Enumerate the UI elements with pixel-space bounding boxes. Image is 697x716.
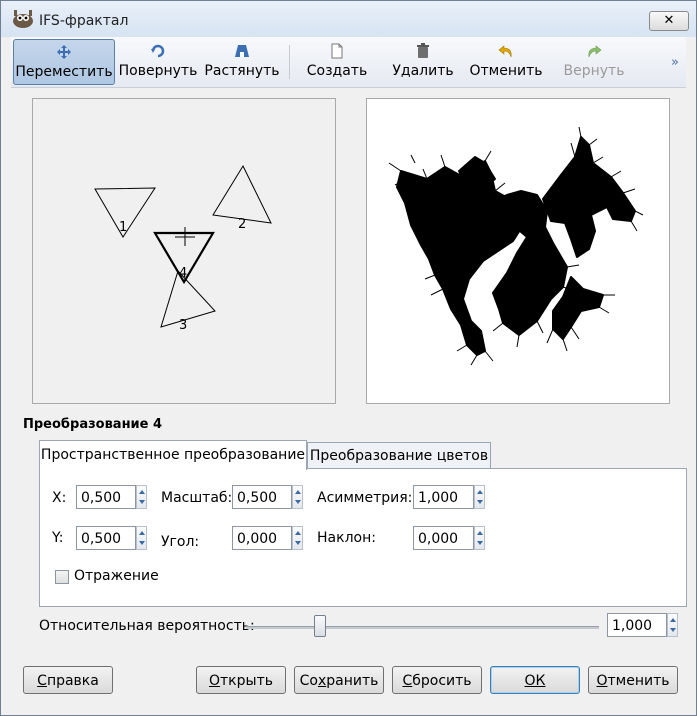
spin-up-icon	[139, 531, 145, 535]
probability-slider-thumb[interactable]	[314, 615, 326, 637]
angle-spinbutton[interactable]: 0,000	[232, 526, 304, 552]
preview-area	[366, 98, 670, 404]
y-spin-arrows[interactable]	[136, 526, 147, 550]
toolbar-overflow-chevron-icon[interactable]: »	[671, 55, 679, 70]
y-input[interactable]: 0,500	[76, 526, 136, 550]
open-button[interactable]: Открыть	[196, 666, 286, 694]
redo-label: Вернуть	[563, 63, 625, 79]
flip-label[interactable]: Отражение	[74, 568, 159, 584]
toolbar-separator	[289, 45, 290, 79]
window-title: IFS-фрактал	[39, 13, 129, 29]
undo-label: Отменить	[469, 63, 543, 79]
spin-up-icon	[295, 531, 301, 535]
flip-checkbox[interactable]	[55, 570, 69, 584]
spin-down-icon	[139, 500, 145, 504]
new-page-icon	[331, 43, 343, 59]
triangle-label-4: 4	[179, 266, 187, 281]
triangle-3	[160, 270, 216, 328]
spin-up-icon	[477, 490, 483, 494]
transform-title: Преобразование 4	[23, 417, 163, 432]
fractal-preview	[388, 126, 644, 366]
ifs-fractal-dialog: IFS-фрактал ✕ Переместить Повернуть Раст…	[0, 0, 697, 716]
create-button[interactable]: Создать	[301, 39, 373, 83]
x-input[interactable]: 0,500	[76, 485, 136, 509]
triangle-label-3: 3	[179, 318, 187, 333]
tab-color-transform[interactable]: Преобразование цветов	[307, 442, 491, 469]
probability-slider-track[interactable]	[246, 626, 599, 629]
tab-spatial-transform[interactable]: Пространственное преобразование	[39, 440, 307, 470]
triangle-design-canvas[interactable]: 1 2 3 4	[33, 99, 335, 403]
shear-label: Наклон:	[317, 530, 376, 546]
rotate-tool-label: Повернуть	[118, 63, 198, 79]
scale-spin-arrows[interactable]	[292, 485, 303, 509]
triangle-label-1: 1	[119, 220, 127, 235]
move-tool-button[interactable]: Переместить	[13, 39, 115, 85]
trash-can-icon	[417, 43, 429, 58]
angle-label: Угол:	[161, 534, 200, 550]
spin-up-icon	[295, 490, 301, 494]
close-icon: ✕	[663, 13, 675, 28]
gimp-wilber-icon	[13, 10, 33, 28]
triangle-2	[212, 164, 272, 224]
x-spin-arrows[interactable]	[136, 485, 147, 509]
spin-down-icon	[139, 541, 145, 545]
reset-button[interactable]: Сбросить	[392, 666, 482, 694]
shear-spinbutton[interactable]: 0,000	[413, 526, 486, 552]
undo-button[interactable]: Отменить	[467, 39, 545, 83]
move-tool-label: Переместить	[15, 64, 113, 80]
redo-button[interactable]: Вернуть	[557, 39, 631, 83]
toolbar: Переместить Повернуть Растянуть Создать	[11, 37, 686, 88]
asymmetry-spin-arrows[interactable]	[474, 485, 485, 509]
design-area[interactable]: 1 2 3 4	[32, 98, 336, 404]
y-label: Y:	[52, 530, 64, 546]
delete-button[interactable]: Удалить	[387, 39, 459, 83]
stretch-icon	[235, 45, 249, 57]
shear-input[interactable]: 0,000	[413, 526, 474, 550]
stretch-tool-label: Растянуть	[204, 63, 280, 79]
triangle-label-2: 2	[238, 217, 246, 232]
spin-down-icon	[295, 541, 301, 545]
rotate-tool-button[interactable]: Повернуть	[115, 39, 201, 83]
spin-down-icon	[295, 500, 301, 504]
close-button[interactable]: ✕	[649, 11, 689, 31]
save-button[interactable]: Сохранить	[294, 666, 384, 694]
spin-down-icon	[670, 628, 676, 632]
redo-arrow-icon	[588, 45, 602, 58]
delete-label: Удалить	[392, 63, 454, 79]
create-label: Создать	[306, 63, 368, 79]
x-label: X:	[52, 490, 67, 506]
scale-input[interactable]: 0,500	[232, 485, 292, 509]
spin-down-icon	[477, 500, 483, 504]
angle-spin-arrows[interactable]	[292, 526, 303, 550]
scale-spinbutton[interactable]: 0,500	[232, 485, 304, 511]
asymmetry-label: Асимметрия:	[317, 490, 413, 506]
scale-label: Масштаб:	[161, 490, 233, 506]
title-bar: IFS-фрактал ✕	[1, 1, 696, 37]
rotate-icon	[151, 44, 165, 58]
probability-spinbutton[interactable]: 1,000	[607, 613, 679, 639]
move-arrows-icon	[57, 45, 71, 59]
angle-input[interactable]: 0,000	[232, 526, 292, 550]
help-button[interactable]: Справка	[23, 666, 113, 694]
probability-input[interactable]: 1,000	[607, 613, 667, 637]
probability-label: Относительная вероятность:	[39, 618, 255, 634]
spin-up-icon	[477, 531, 483, 535]
asymmetry-spinbutton[interactable]: 1,000	[413, 485, 486, 511]
asymmetry-input[interactable]: 1,000	[413, 485, 474, 509]
ok-button[interactable]: ОК	[490, 666, 580, 694]
x-spinbutton[interactable]: 0,500	[76, 485, 148, 511]
shear-spin-arrows[interactable]	[474, 526, 485, 550]
spin-up-icon	[670, 618, 676, 622]
stretch-tool-button[interactable]: Растянуть	[203, 39, 281, 83]
spin-up-icon	[139, 490, 145, 494]
spin-down-icon	[477, 541, 483, 545]
cancel-button[interactable]: Отменить	[588, 666, 678, 694]
undo-arrow-icon	[498, 45, 512, 58]
y-spinbutton[interactable]: 0,500	[76, 526, 148, 552]
probability-spin-arrows[interactable]	[667, 613, 678, 637]
